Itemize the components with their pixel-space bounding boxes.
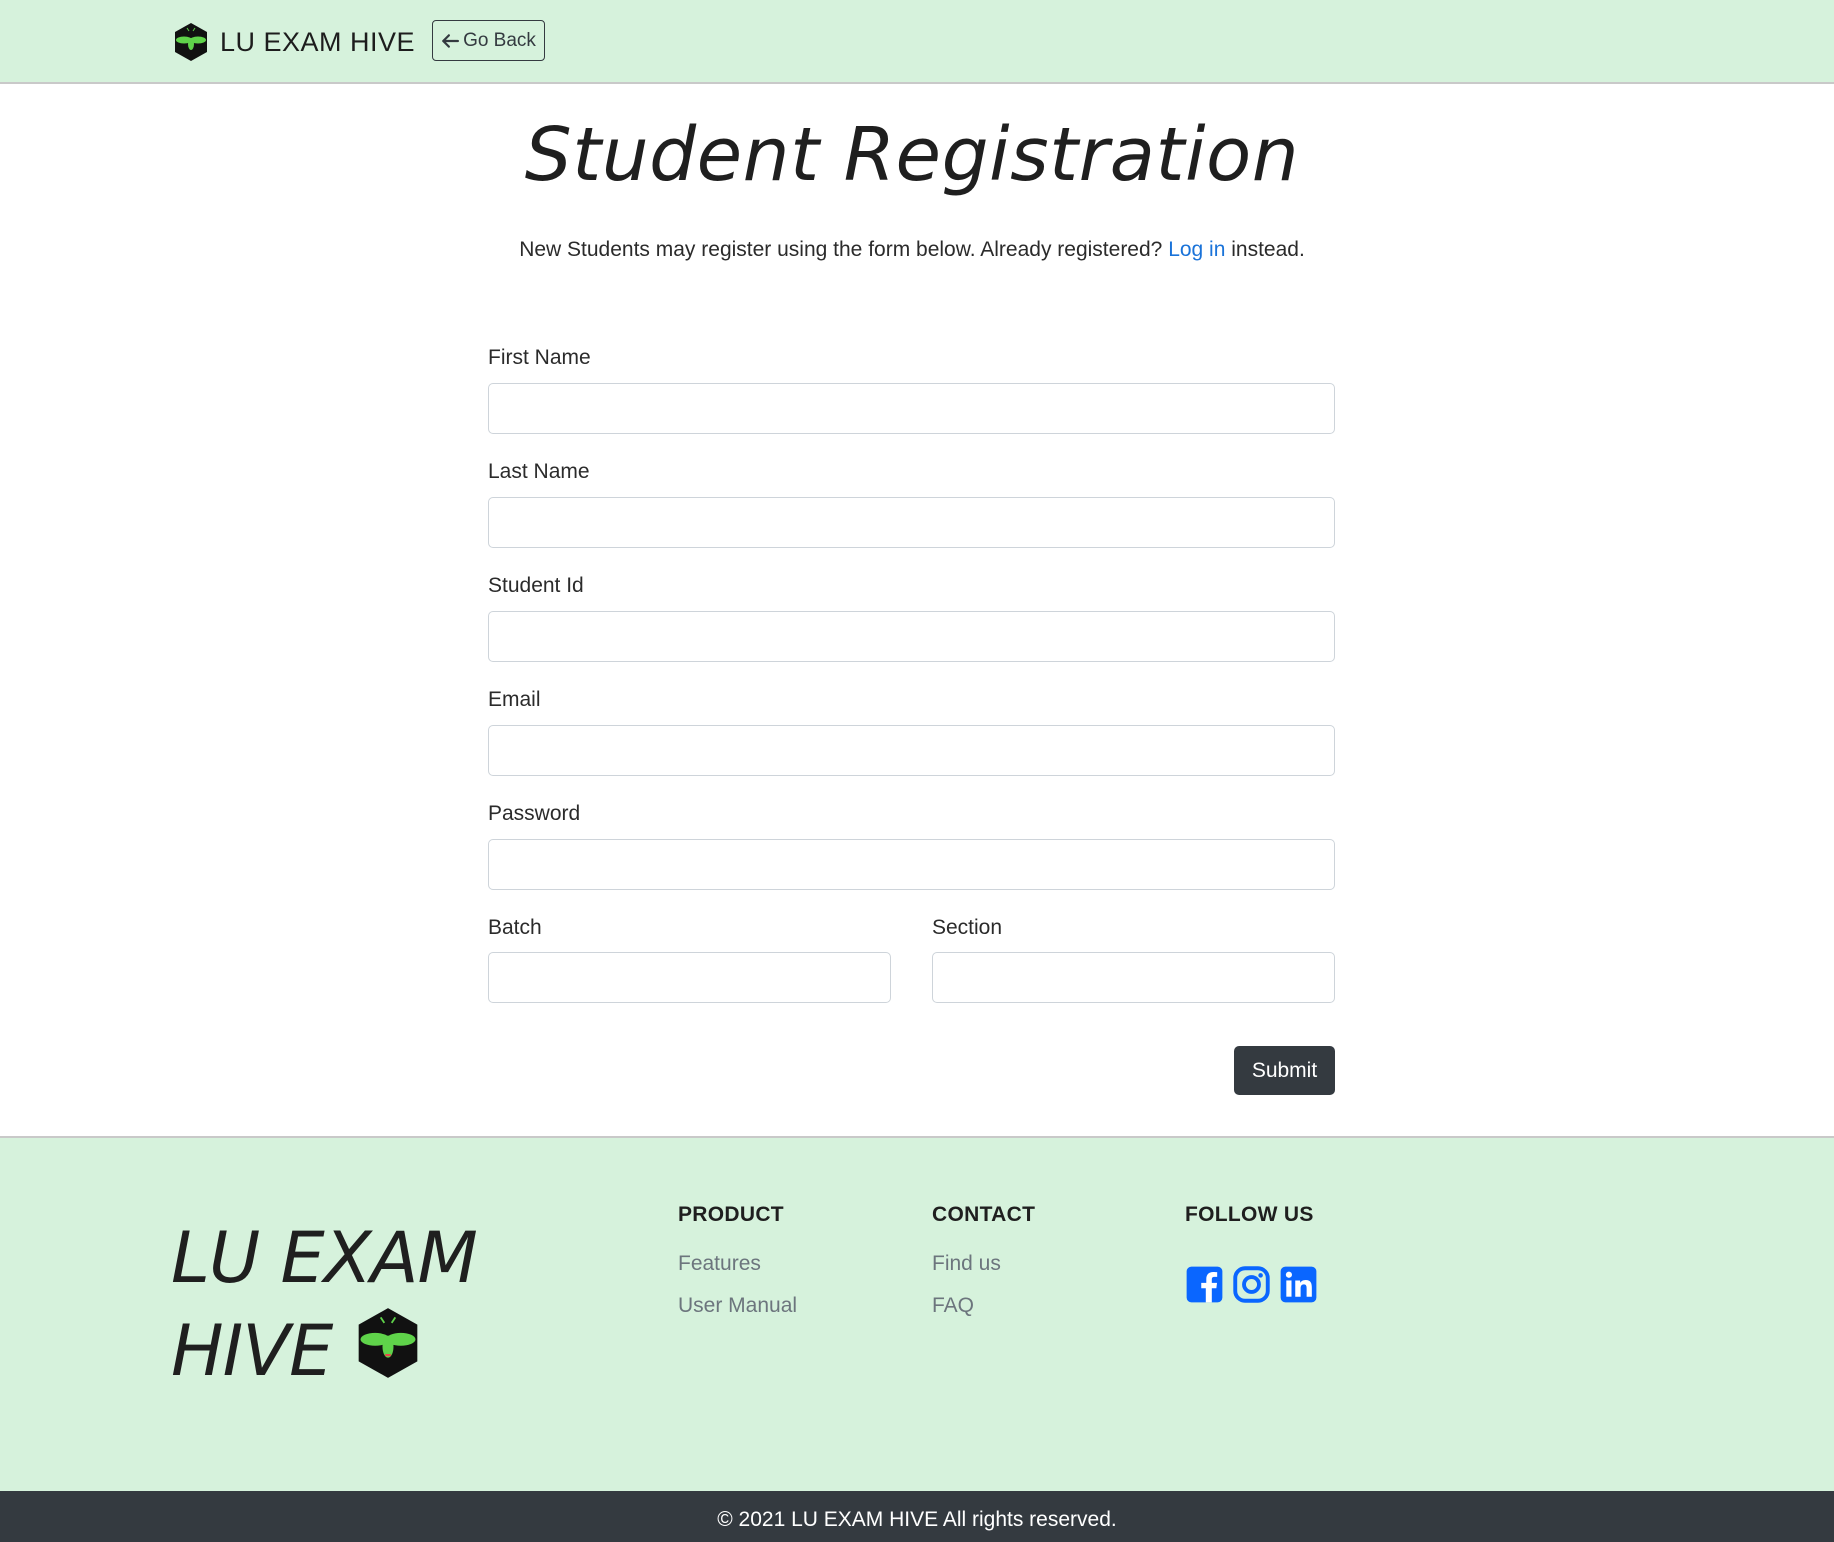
submit-button[interactable]: Submit (1234, 1046, 1335, 1095)
instagram-icon (1233, 1266, 1270, 1303)
user-manual-link[interactable]: User Manual (678, 1294, 797, 1318)
batch-input[interactable] (488, 952, 891, 1003)
section-input[interactable] (932, 952, 1335, 1003)
password-input[interactable] (488, 839, 1335, 890)
social-links (1185, 1265, 1318, 1304)
bee-logo-icon (358, 1308, 418, 1378)
brand[interactable]: LU EXAM HIVE (173, 22, 415, 62)
footer-brand-line2: HIVE (171, 1310, 333, 1392)
last-name-label: Last Name (488, 460, 590, 483)
go-back-label: Go Back (463, 29, 536, 51)
top-navbar: LU EXAM HIVE Go Back (0, 0, 1834, 84)
section-label: Section (932, 916, 1003, 939)
faq-link[interactable]: FAQ (932, 1294, 974, 1318)
find-us-link[interactable]: Find us (932, 1252, 1001, 1276)
copyright-text: © 2021 LU EXAM HIVE All rights reserved. (717, 1508, 1117, 1531)
student-id-label: Student Id (488, 574, 584, 597)
bee-logo-icon (175, 23, 207, 61)
facebook-icon (1186, 1266, 1223, 1303)
intro-before: New Students may register using the form… (519, 238, 1169, 261)
footer-brand: LU EXAM HIVE (171, 1212, 478, 1398)
first-name-label: First Name (488, 346, 591, 369)
linkedin-icon (1280, 1266, 1317, 1303)
password-label: Password (488, 802, 581, 825)
linkedin-link[interactable] (1279, 1265, 1318, 1304)
email-label: Email (488, 688, 541, 711)
page-title: Student Registration (524, 112, 1300, 198)
batch-label: Batch (488, 916, 542, 939)
brand-name: LU EXAM HIVE (220, 26, 416, 57)
follow-us-heading: FOLLOW US (1185, 1203, 1314, 1226)
intro-after: instead. (1225, 238, 1305, 261)
footer-brand-line1: LU EXAM (171, 1217, 478, 1299)
go-back-button[interactable]: Go Back (432, 20, 545, 61)
contact-heading: CONTACT (932, 1203, 1036, 1226)
login-link[interactable]: Log in (1168, 238, 1225, 261)
product-heading: PRODUCT (678, 1203, 784, 1226)
first-name-input[interactable] (488, 383, 1335, 434)
footer: LU EXAM HIVE (0, 1136, 1834, 1491)
features-link[interactable]: Features (678, 1252, 761, 1276)
last-name-input[interactable] (488, 497, 1335, 548)
student-id-input[interactable] (488, 611, 1335, 662)
arrow-left-icon (442, 33, 460, 48)
intro-text: New Students may register using the form… (0, 238, 1824, 262)
email-input[interactable] (488, 725, 1335, 776)
facebook-link[interactable] (1185, 1265, 1224, 1304)
instagram-link[interactable] (1232, 1265, 1271, 1304)
